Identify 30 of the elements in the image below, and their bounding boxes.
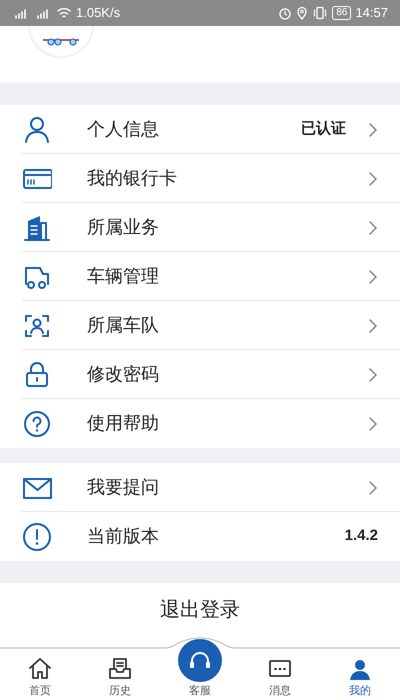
tab[interactable]: 我的 — [320, 649, 400, 700]
status-text: 已认证 — [301, 119, 346, 140]
logout-button[interactable]: 退出登录 — [0, 583, 400, 637]
menu-item[interactable]: 个人信息 已认证 — [0, 105, 400, 154]
menu-item[interactable]: 当前版本 1.4.2 — [0, 512, 400, 561]
alarm-icon — [278, 6, 292, 20]
inbox-icon — [107, 656, 133, 682]
menu-item[interactable]: 所属车队 — [0, 301, 400, 350]
vibrate-icon — [312, 6, 328, 20]
menu-item[interactable]: 所属业务 — [0, 203, 400, 252]
menu-item[interactable]: 使用帮助 — [0, 399, 400, 448]
wifi-icon — [56, 7, 72, 19]
tab[interactable]: 首页 — [0, 649, 80, 700]
battery-level: 86 — [332, 6, 352, 20]
menu-item[interactable]: 我的银行卡 — [0, 154, 400, 203]
status-time: 14:57 — [355, 4, 388, 22]
home-icon — [27, 656, 53, 682]
status-text: 1.4.2 — [344, 526, 378, 546]
menu-item[interactable]: 我要提问 — [0, 463, 400, 512]
menu-item[interactable]: 修改密码 — [0, 350, 400, 399]
alert-icon — [22, 522, 52, 552]
tab[interactable]: 消息 — [240, 649, 320, 700]
network-speed: 1.05K/s — [76, 4, 120, 22]
tab[interactable]: 历史 — [80, 649, 160, 700]
tab[interactable]: 客服 — [160, 639, 240, 700]
person-icon — [22, 114, 52, 144]
headset-button[interactable] — [178, 639, 222, 682]
menu-item[interactable]: 车辆管理 — [0, 252, 400, 301]
location-icon — [296, 6, 308, 20]
help-icon — [22, 408, 52, 438]
